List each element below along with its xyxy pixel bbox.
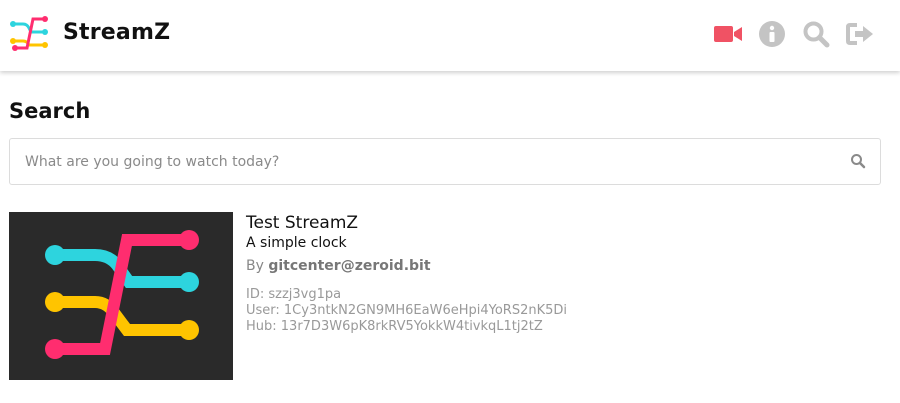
stream-thumbnail[interactable] (9, 212, 233, 380)
stream-author-line: By gitcenter@zeroid.bit (246, 257, 567, 275)
stream-meta: ID: szzj3vg1pa User: 1Cy3ntkN2GN9MH6EaW6… (246, 287, 567, 335)
header-actions (713, 20, 875, 48)
sign-out-icon[interactable] (845, 20, 875, 48)
app-header: StreamZ (0, 0, 900, 71)
by-label: By (246, 258, 264, 274)
streamz-logo-icon[interactable] (9, 15, 51, 51)
stream-description: A simple clock (246, 235, 347, 251)
stream-title[interactable]: Test StreamZ (246, 212, 567, 234)
search-icon[interactable] (801, 20, 831, 48)
search-input[interactable] (10, 139, 840, 184)
stream-result[interactable]: Test StreamZ A simple clock By gitcenter… (9, 212, 881, 382)
stream-id: ID: szzj3vg1pa (246, 287, 342, 302)
video-camera-icon[interactable] (713, 20, 743, 48)
info-icon[interactable] (757, 20, 787, 48)
search-icon[interactable] (850, 153, 866, 169)
stream-info: Test StreamZ A simple clock By gitcenter… (246, 212, 567, 335)
stream-author[interactable]: gitcenter@zeroid.bit (268, 258, 430, 274)
search-bar (9, 138, 881, 185)
stream-hub: Hub: 13r7D3W6pK8rkRV5YokkW4tivkqL1tj2tZ (246, 319, 543, 334)
page-title: Search (9, 99, 91, 123)
brand-name[interactable]: StreamZ (63, 20, 170, 45)
stream-user: User: 1Cy3ntkN2GN9MH6EaW6eHpi4YoRS2nK5Di (246, 303, 568, 318)
